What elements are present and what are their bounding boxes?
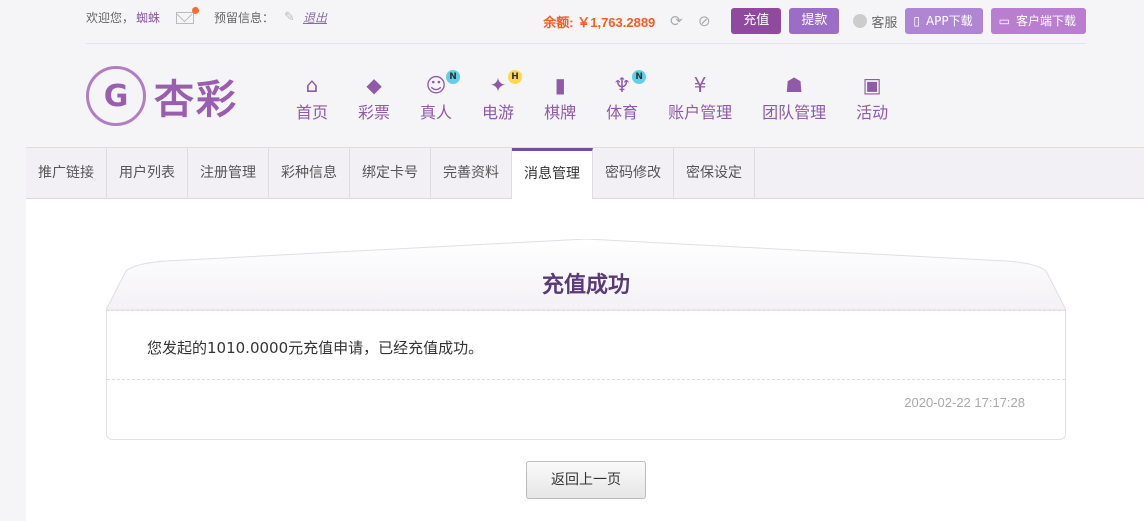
nav-item-0[interactable]: ⌂ 首页	[296, 72, 328, 123]
customer-service-link[interactable]: 客服	[853, 12, 897, 31]
user-info: 欢迎您， 蜘蛛 预留信息： ✎ 退出	[86, 6, 327, 26]
nav-label: 活动	[856, 103, 889, 122]
yen-icon: ¥	[693, 73, 707, 97]
app-download-label: APP下载	[925, 14, 973, 28]
welcome-text: 欢迎您，	[86, 11, 135, 25]
notification-dot	[192, 6, 200, 14]
service-label: 客服	[871, 15, 898, 31]
hide-balance-icon[interactable]: ⊘	[695, 12, 713, 30]
nav-item-5[interactable]: ♆ N 体育	[606, 70, 647, 123]
nav-badge: N	[446, 70, 461, 84]
nav-item-6[interactable]: ¥ 账户管理	[668, 72, 732, 123]
tab-5[interactable]: 完善资料	[431, 148, 512, 199]
nav-badge: N	[632, 70, 647, 84]
message-date: 2020-02-22 17:17:28	[904, 395, 1025, 410]
home-icon: ⌂	[305, 73, 319, 97]
ticket-icon: ◆	[366, 73, 382, 97]
tab-8[interactable]: 密保设定	[674, 148, 755, 199]
tab-6[interactable]: 消息管理	[512, 148, 593, 199]
message-card: 您发起的1010.0000元充值申请，已经充值成功。 2020-02-22 17…	[106, 310, 1066, 440]
sub-tabs: 推广链接 用户列表 注册管理 彩种信息 绑定卡号 完善资料 消息管理 密码修改 密保设定	[26, 147, 1144, 199]
logo-emblem: G	[86, 66, 146, 126]
username[interactable]: 蜘蛛	[136, 9, 160, 26]
client-download-label: 客户端下载	[1015, 14, 1076, 28]
nav-item-7[interactable]: ☗ 团队管理	[762, 72, 826, 123]
nav-item-3[interactable]: ✦ H 电游	[482, 70, 523, 123]
service-icon	[853, 14, 868, 28]
reserved-info-label: 预留信息：	[214, 11, 275, 25]
client-download-button[interactable]: ▭ 客户端下载	[990, 8, 1086, 34]
divider	[107, 379, 1065, 380]
message-card-header: 充值成功	[106, 239, 1066, 311]
message-body: 您发起的1010.0000元充值申请，已经充值成功。	[147, 339, 484, 357]
logo-text: 杏彩	[154, 77, 238, 123]
refresh-icon[interactable]: ⟳	[667, 12, 685, 30]
tab-4[interactable]: 绑定卡号	[350, 148, 431, 199]
nav-label: 棋牌	[544, 103, 577, 122]
main-nav: ⌂ 首页 ◆ 彩票 ☺ N 真人 ✦ H 电游 ▮ 棋牌 ♆ N 体育 ¥ 账户管理 ☗ 团队管理 ▣ 活动	[296, 70, 918, 123]
nav-label: 账户管理	[668, 103, 733, 122]
back-button[interactable]: 返回上一页	[526, 461, 646, 499]
nav-item-8[interactable]: ▣ 活动	[856, 72, 888, 123]
tab-7[interactable]: 密码修改	[593, 148, 674, 199]
phone-icon: ▯	[913, 14, 920, 28]
nav-label: 电游	[482, 103, 515, 122]
top-bar: 欢迎您， 蜘蛛 预留信息： ✎ 退出 余额: ￥1,763.2889 ⟳ ⊘ 充…	[86, 0, 1086, 44]
mail-icon[interactable]	[176, 6, 200, 24]
recharge-button[interactable]: 充值	[731, 8, 782, 34]
gift-icon: ▣	[862, 73, 882, 97]
balance-display: 余额: ￥1,763.2889	[543, 14, 656, 30]
logout-link[interactable]: 退出	[303, 9, 327, 26]
tab-0[interactable]: 推广链接	[26, 148, 107, 199]
withdraw-button[interactable]: 提款	[789, 8, 840, 34]
tab-2[interactable]: 注册管理	[188, 148, 269, 199]
nav-label: 真人	[420, 103, 453, 122]
account-actions: 余额: ￥1,763.2889 ⟳ ⊘ 充值 提款 客服 ▯ APP下载 ▭ 客户端…	[543, 8, 1086, 34]
tab-3[interactable]: 彩种信息	[269, 148, 350, 199]
tab-1[interactable]: 用户列表	[107, 148, 188, 199]
nav-item-1[interactable]: ◆ 彩票	[358, 72, 390, 123]
cards-icon: ▮	[554, 73, 566, 97]
message-content: 充值成功 您发起的1010.0000元充值申请，已经充值成功。 2020-02-…	[26, 199, 1144, 521]
team-icon: ☗	[785, 73, 804, 97]
nav-badge: H	[508, 70, 523, 84]
nav-label: 团队管理	[762, 103, 827, 122]
nav-item-4[interactable]: ▮ 棋牌	[544, 72, 576, 123]
nav-label: 彩票	[358, 103, 391, 122]
nav-label: 首页	[296, 103, 329, 122]
message-title: 充值成功	[541, 273, 630, 298]
site-logo[interactable]: G 杏彩	[86, 66, 238, 126]
nav-label: 体育	[606, 103, 639, 122]
nav-item-2[interactable]: ☺ N 真人	[420, 70, 461, 123]
edit-icon[interactable]: ✎	[284, 10, 295, 25]
monitor-icon: ▭	[998, 14, 1010, 28]
app-download-button[interactable]: ▯ APP下载	[905, 8, 983, 34]
